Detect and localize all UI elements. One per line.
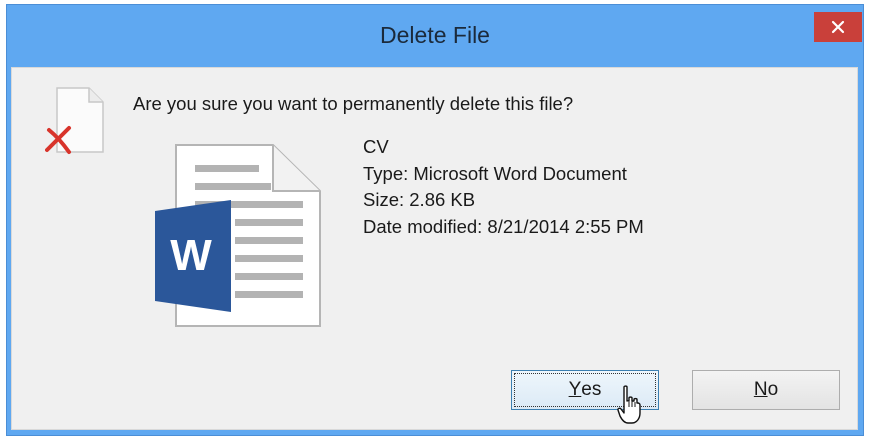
no-mnemonic: N [753, 379, 768, 400]
confirmation-question: Are you sure you want to permanently del… [133, 93, 574, 114]
close-icon [831, 20, 845, 34]
delete-file-icon [45, 87, 104, 154]
window-title: Delete File [380, 22, 490, 48]
yes-label-rest: es [581, 379, 602, 400]
file-name: CV [363, 136, 389, 157]
no-label-rest: o [767, 379, 779, 400]
file-date-modified: Date modified: 8/21/2014 2:55 PM [363, 215, 644, 237]
yes-mnemonic: Y [568, 379, 582, 400]
dialog-body: Are you sure you want to permanently del… [11, 67, 858, 430]
file-size: Size: 2.86 KB [363, 189, 476, 210]
file-details: CV Type: Microsoft Word Document Size: 2… [363, 134, 644, 240]
title-bar[interactable]: Delete File [7, 5, 863, 67]
yes-button[interactable]: Yes [511, 370, 659, 410]
close-button[interactable] [814, 12, 862, 42]
delete-file-dialog: Delete File Are you sure you want to per… [6, 4, 864, 436]
word-document-icon: W [155, 144, 321, 327]
no-button[interactable]: No [692, 370, 840, 410]
word-letter: W [170, 231, 212, 280]
file-type: Type: Microsoft Word Document [363, 162, 627, 184]
